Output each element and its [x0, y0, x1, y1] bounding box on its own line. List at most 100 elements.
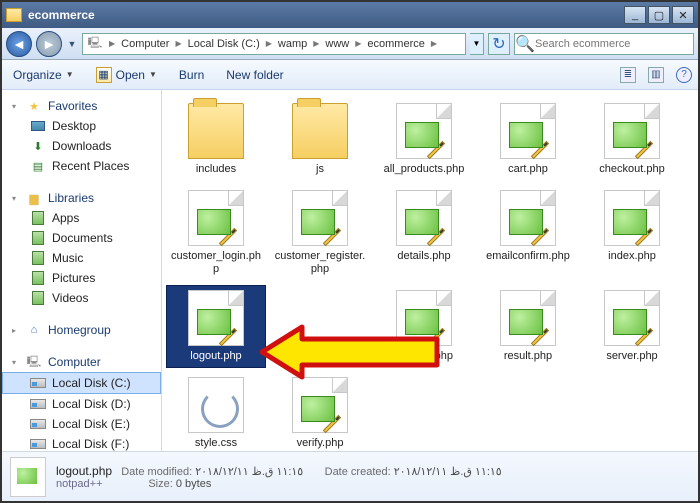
- back-button[interactable]: ◄: [6, 31, 32, 57]
- navigation-bar: ◄ ► ▼ 🖳 ▶ Computer ▶ Local Disk (C:) ▶ w…: [2, 28, 698, 60]
- disk-icon: [30, 436, 46, 451]
- file-tile[interactable]: result.php: [478, 285, 578, 368]
- addr-seg-ecommerce[interactable]: ecommerce: [363, 38, 428, 50]
- file-list[interactable]: includesjsall_products.phpcart.php checko…: [162, 90, 698, 451]
- nav-homegroup-header[interactable]: ▸⌂Homegroup: [2, 320, 161, 340]
- file-label: checkout.php: [599, 163, 664, 176]
- nav-downloads[interactable]: ⬇Downloads: [2, 136, 161, 156]
- file-label: emailconfirm.php: [486, 250, 570, 263]
- php-icon: [188, 190, 244, 246]
- library-icon: [30, 290, 46, 306]
- php-icon: [500, 190, 556, 246]
- file-label: server.php: [606, 350, 657, 363]
- php-icon: [604, 190, 660, 246]
- nav-disk-f[interactable]: Local Disk (F:): [2, 434, 161, 451]
- details-app: notpad++: [56, 478, 103, 490]
- forward-button[interactable]: ►: [36, 31, 62, 57]
- chevron-right-icon[interactable]: ▶: [107, 39, 117, 48]
- file-label: details.php: [397, 250, 450, 263]
- file-tile[interactable]: request.php: [374, 285, 474, 368]
- file-tile[interactable]: customer_register.php: [270, 185, 370, 281]
- addr-computer-icon[interactable]: 🖳: [83, 36, 107, 52]
- php-icon: [396, 190, 452, 246]
- chevron-right-icon[interactable]: ▶: [173, 39, 183, 48]
- new-folder-button[interactable]: New folder: [221, 65, 288, 85]
- window-title: ecommerce: [22, 8, 622, 22]
- maximize-button[interactable]: ▢: [648, 6, 670, 24]
- nav-libraries-header[interactable]: ▾▆Libraries: [2, 188, 161, 208]
- view-options-button[interactable]: ≣: [620, 67, 636, 83]
- minimize-button[interactable]: _: [624, 6, 646, 24]
- chevron-right-icon[interactable]: ▶: [353, 39, 363, 48]
- star-icon: ★: [26, 98, 42, 114]
- nav-disk-c[interactable]: Local Disk (C:): [2, 372, 161, 394]
- address-dropdown[interactable]: ▼: [470, 33, 484, 55]
- help-button[interactable]: ?: [676, 67, 692, 83]
- search-input[interactable]: [533, 37, 693, 51]
- file-tile[interactable]: style.css: [166, 372, 266, 451]
- addr-seg-c[interactable]: Local Disk (C:): [184, 38, 264, 50]
- css-icon: [188, 377, 244, 433]
- download-icon: ⬇: [30, 138, 46, 154]
- expand-icon: ▸: [12, 326, 20, 334]
- nav-recent[interactable]: ▤Recent Places: [2, 156, 161, 176]
- details-size-label: Size:: [148, 478, 172, 490]
- addr-seg-computer[interactable]: Computer: [117, 38, 173, 50]
- file-tile[interactable]: server.php: [582, 285, 682, 368]
- nav-disk-d[interactable]: Local Disk (D:): [2, 394, 161, 414]
- library-icon: [30, 250, 46, 266]
- nav-favorites-header[interactable]: ▾★Favorites: [2, 96, 161, 116]
- php-icon: [604, 103, 660, 159]
- command-bar: Organize ▼ ▦Open ▼ Burn New folder ≣ ▥ ?: [2, 60, 698, 90]
- burn-button[interactable]: Burn: [174, 65, 209, 85]
- file-tile[interactable]: all_products.php: [374, 98, 474, 181]
- address-bar[interactable]: 🖳 ▶ Computer ▶ Local Disk (C:) ▶ wamp ▶ …: [82, 33, 466, 55]
- main-area: ▾★Favorites Desktop ⬇Downloads ▤Recent P…: [2, 90, 698, 451]
- chevron-right-icon[interactable]: ▶: [311, 39, 321, 48]
- addr-seg-wamp[interactable]: wamp: [274, 38, 311, 50]
- nav-pictures[interactable]: Pictures: [2, 268, 161, 288]
- details-modified-value: ١١:١٥ ق.ظ ٢٠١٨/١٢/١١: [195, 466, 303, 478]
- php-icon: [292, 190, 348, 246]
- nav-apps[interactable]: Apps: [2, 208, 161, 228]
- close-button[interactable]: ✕: [672, 6, 694, 24]
- chevron-right-icon[interactable]: ▶: [264, 39, 274, 48]
- library-icon: [30, 270, 46, 286]
- details-modified-label: Date modified:: [121, 466, 192, 478]
- file-label: logout.php: [190, 350, 241, 363]
- file-tile[interactable]: includes: [166, 98, 266, 181]
- file-tile[interactable]: emailconfirm.php: [478, 185, 578, 281]
- search-icon: 🔍: [515, 34, 533, 54]
- open-icon: ▦: [96, 67, 112, 83]
- addr-seg-www[interactable]: www: [321, 38, 353, 50]
- nav-disk-e[interactable]: Local Disk (E:): [2, 414, 161, 434]
- organize-menu[interactable]: Organize ▼: [8, 65, 79, 85]
- php-icon: [500, 103, 556, 159]
- file-tile[interactable]: checkout.php: [582, 98, 682, 181]
- file-tile[interactable]: index.php: [582, 185, 682, 281]
- nav-computer-header[interactable]: ▾🖳Computer: [2, 352, 161, 372]
- nav-documents[interactable]: Documents: [2, 228, 161, 248]
- file-tile[interactable]: details.php: [374, 185, 474, 281]
- file-tile[interactable]: logout.php: [166, 285, 266, 368]
- file-tile[interactable]: cart.php: [478, 98, 578, 181]
- history-dropdown[interactable]: ▼: [66, 39, 78, 49]
- details-file-icon: [10, 457, 46, 497]
- chevron-right-icon[interactable]: ▶: [429, 39, 439, 48]
- library-icon: [30, 210, 46, 226]
- refresh-button[interactable]: ↻: [488, 33, 510, 55]
- open-menu[interactable]: ▦Open ▼: [91, 64, 162, 86]
- preview-pane-button[interactable]: ▥: [648, 67, 664, 83]
- nav-music[interactable]: Music: [2, 248, 161, 268]
- php-icon: [396, 290, 452, 346]
- details-created-label: Date created:: [325, 466, 391, 478]
- libraries-icon: ▆: [26, 190, 42, 206]
- nav-videos[interactable]: Videos: [2, 288, 161, 308]
- computer-icon: 🖳: [26, 354, 42, 370]
- nav-desktop[interactable]: Desktop: [2, 116, 161, 136]
- file-tile[interactable]: verify.php: [270, 372, 370, 451]
- chevron-down-icon: ▼: [149, 70, 157, 79]
- file-tile[interactable]: customer_login.php: [166, 185, 266, 281]
- search-box[interactable]: 🔍: [514, 33, 694, 55]
- file-tile[interactable]: js: [270, 98, 370, 181]
